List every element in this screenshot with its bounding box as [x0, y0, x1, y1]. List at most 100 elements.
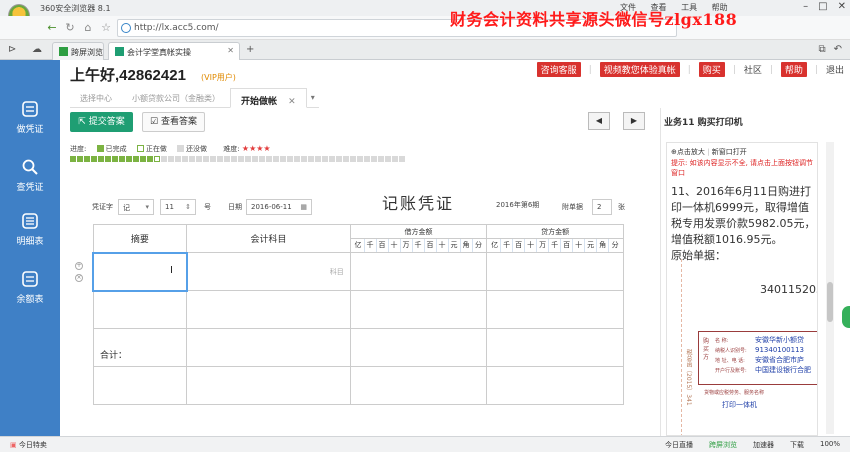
progress-cell[interactable]	[287, 156, 293, 162]
prev-task-button[interactable]: ◀	[588, 112, 610, 130]
progress-cell[interactable]	[336, 156, 342, 162]
progress-cell[interactable]	[322, 156, 328, 162]
undo-close-icon[interactable]: ↶	[834, 44, 842, 55]
close-icon[interactable]: ✕	[838, 1, 846, 12]
progress-cell[interactable]	[133, 156, 139, 162]
progress-cell[interactable]	[217, 156, 223, 162]
progress-cell[interactable]	[182, 156, 188, 162]
subject-input[interactable]: 科目	[186, 252, 351, 291]
progress-cell[interactable]	[357, 156, 363, 162]
tab-more-icon[interactable]: ▾	[306, 88, 319, 108]
next-task-button[interactable]: ▶	[623, 112, 645, 130]
tab-acc5[interactable]: 会计学堂真帐实操 ✕	[108, 42, 240, 60]
refresh-icon[interactable]: ↻	[62, 20, 78, 36]
maximize-icon[interactable]: □	[818, 1, 827, 12]
summary-input[interactable]	[92, 290, 188, 329]
progress-cell[interactable]	[154, 156, 160, 162]
restore-icon[interactable]: ⧉	[818, 44, 825, 55]
subject-input[interactable]	[186, 290, 351, 329]
progress-cell[interactable]	[77, 156, 83, 162]
progress-cell[interactable]	[301, 156, 307, 162]
progress-cell[interactable]	[161, 156, 167, 162]
tab-start-bookkeeping[interactable]: 开始做帐 ✕	[230, 88, 307, 108]
progress-cell[interactable]	[224, 156, 230, 162]
progress-cell[interactable]	[280, 156, 286, 162]
today-sale-link[interactable]: 今日特卖	[19, 441, 47, 449]
progress-cell[interactable]	[189, 156, 195, 162]
credit-amount-cell[interactable]	[486, 366, 624, 405]
progress-cell[interactable]	[294, 156, 300, 162]
submit-answer-button[interactable]: ⇱ 提交答案	[70, 112, 133, 132]
video-tutorial-button[interactable]: 视频教您体验真帐	[599, 62, 680, 77]
sidebar-toggle-icon[interactable]: ⊳	[8, 44, 16, 55]
new-tab-button[interactable]: +	[246, 44, 254, 55]
credit-amount-cell[interactable]	[486, 290, 624, 329]
tab-cross-screen[interactable]: 跨屏浏览	[52, 42, 104, 60]
progress-cell[interactable]	[231, 156, 237, 162]
progress-cell[interactable]	[329, 156, 335, 162]
progress-cell[interactable]	[84, 156, 90, 162]
download-link[interactable]: 下载	[790, 440, 804, 450]
progress-cell[interactable]	[343, 156, 349, 162]
sidebar-item-balance[interactable]: 余额表	[0, 270, 60, 305]
progress-cell[interactable]	[210, 156, 216, 162]
progress-cell[interactable]	[98, 156, 104, 162]
zoom-link[interactable]: 点击放大	[677, 148, 705, 156]
cloud-icon[interactable]: ☁	[32, 44, 42, 55]
remove-row-icon[interactable]: ×	[75, 274, 83, 282]
sidebar-item-make-voucher[interactable]: 做凭证	[0, 100, 60, 135]
progress-cell[interactable]	[245, 156, 251, 162]
tab-select-center[interactable]: 选择中心	[70, 88, 122, 108]
summary-input[interactable]	[92, 366, 188, 405]
progress-cell[interactable]	[105, 156, 111, 162]
progress-cell[interactable]	[119, 156, 125, 162]
tab-close-icon[interactable]: ✕	[227, 46, 234, 55]
progress-cell[interactable]	[70, 156, 76, 162]
credit-amount-cell[interactable]	[486, 328, 624, 367]
progress-cell[interactable]	[196, 156, 202, 162]
debit-amount-cell[interactable]	[349, 328, 488, 367]
progress-cell[interactable]	[168, 156, 174, 162]
progress-cell[interactable]	[252, 156, 258, 162]
attachments-input[interactable]: 2	[592, 199, 612, 215]
logout-link[interactable]: 退出	[826, 63, 844, 76]
progress-cell[interactable]	[140, 156, 146, 162]
progress-cell[interactable]	[203, 156, 209, 162]
progress-cell[interactable]	[238, 156, 244, 162]
zoom-level[interactable]: 100%	[820, 440, 840, 450]
credit-amount-cell[interactable]	[486, 252, 624, 291]
progress-cell[interactable]	[364, 156, 370, 162]
debit-amount-cell[interactable]	[349, 252, 488, 291]
add-row-icon[interactable]: +	[75, 262, 83, 270]
progress-cell[interactable]	[378, 156, 384, 162]
progress-cell[interactable]	[350, 156, 356, 162]
panel-scrollbar[interactable]	[826, 142, 834, 434]
progress-cell[interactable]	[315, 156, 321, 162]
sidebar-item-find-voucher[interactable]: 查凭证	[0, 158, 60, 193]
floating-service-button[interactable]	[842, 306, 850, 328]
consult-button[interactable]: 咨询客服	[536, 62, 581, 77]
sidebar-item-detail[interactable]: 明细表	[0, 212, 60, 247]
view-answer-button[interactable]: ☑ 查看答案	[142, 112, 205, 132]
new-window-link[interactable]: 新窗口打开	[712, 148, 747, 156]
live-link[interactable]: 今日直播	[665, 440, 693, 450]
accelerator-link[interactable]: 加速器	[753, 440, 774, 450]
favorite-icon[interactable]: ☆	[98, 20, 114, 36]
back-icon[interactable]: ←	[44, 20, 60, 36]
minimize-icon[interactable]: –	[803, 1, 808, 12]
buy-button[interactable]: 购买	[698, 62, 725, 77]
subject-input[interactable]	[186, 366, 351, 405]
debit-amount-cell[interactable]	[349, 366, 488, 405]
tab-company[interactable]: 小额贷款公司（金融类）	[122, 88, 230, 108]
subject-input[interactable]	[186, 328, 351, 367]
tab-close-icon[interactable]: ✕	[288, 97, 296, 107]
help-button[interactable]: 帮助	[780, 62, 807, 77]
cross-screen-link[interactable]: 跨屏浏览	[709, 440, 737, 450]
voucher-type-select[interactable]: 记 ▾	[118, 199, 154, 215]
progress-cell[interactable]	[371, 156, 377, 162]
date-field[interactable]: 2016-06-11 ▦	[246, 199, 312, 215]
progress-cell[interactable]	[259, 156, 265, 162]
progress-cell[interactable]	[112, 156, 118, 162]
progress-cell[interactable]	[126, 156, 132, 162]
debit-amount-cell[interactable]	[349, 290, 488, 329]
